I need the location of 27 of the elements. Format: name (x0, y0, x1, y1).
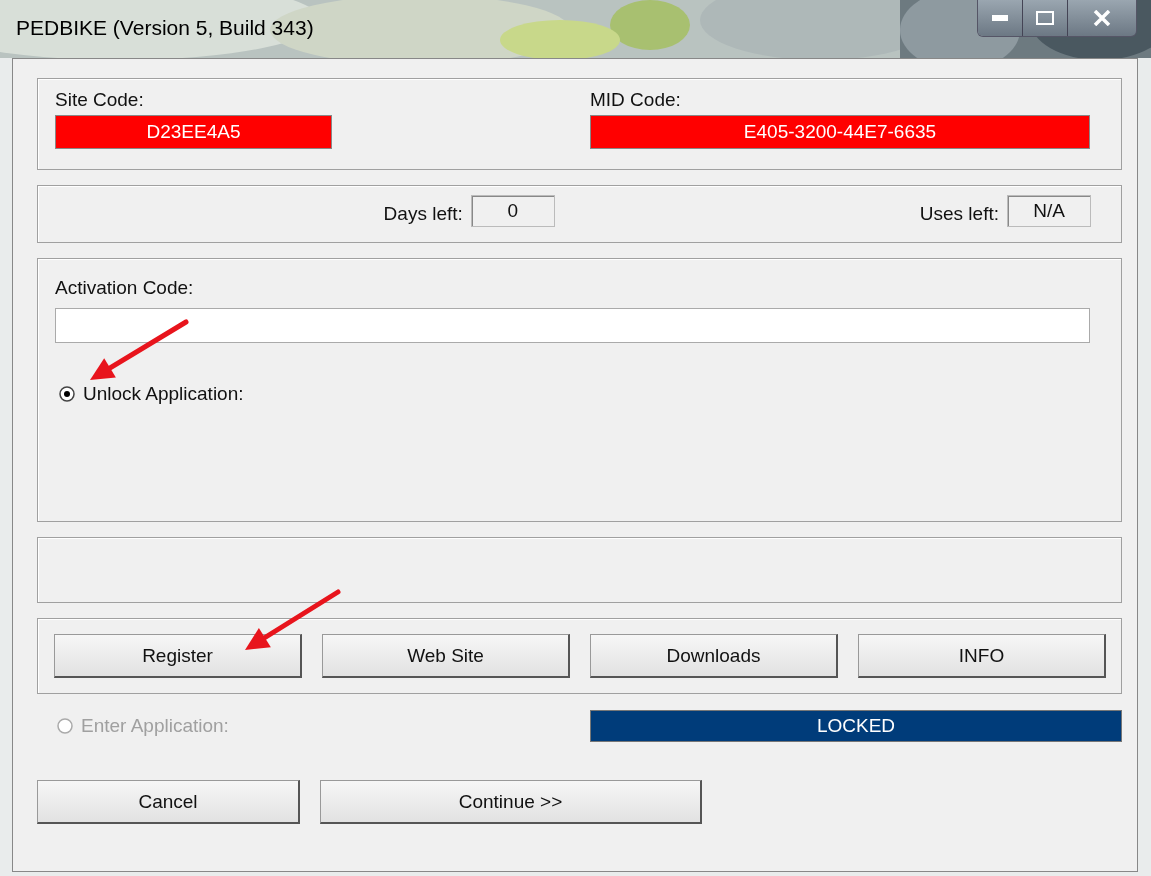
action-button[interactable]: Register (54, 634, 302, 678)
action-button[interactable]: Web Site (322, 634, 570, 678)
code-field: E405-3200-44E7-6635 (590, 115, 1090, 149)
maximize-button[interactable] (1023, 0, 1068, 36)
activation-code-field[interactable] (55, 308, 1090, 343)
field-label: MID Code: (590, 89, 681, 111)
code-field: D23EE4A5 (55, 115, 332, 149)
minimize-button[interactable] (978, 0, 1023, 36)
counter-label: Days left: (383, 203, 463, 225)
field-label: Site Code: (55, 89, 144, 111)
minimize-icon (992, 15, 1008, 21)
option-label: Unlock Application: (83, 383, 244, 405)
dialog-button[interactable]: Cancel (37, 780, 300, 824)
radio-button[interactable] (59, 386, 75, 402)
status-bar: LOCKED (590, 710, 1122, 742)
close-icon (1093, 10, 1111, 26)
counter-label: Uses left: (919, 203, 999, 225)
option-label: Enter Application: (81, 715, 229, 737)
counter-field: N/A (1007, 195, 1091, 227)
close-button[interactable] (1068, 0, 1136, 36)
action-button[interactable]: INFO (858, 634, 1106, 678)
maximize-icon (1036, 11, 1054, 25)
action-button[interactable]: Downloads (590, 634, 838, 678)
window-title: PEDBIKE (Version 5, Build 343) (16, 16, 314, 40)
field-label: Activation Code: (55, 277, 194, 298)
counter-field: 0 (470, 195, 555, 227)
dialog-button[interactable]: Continue >> (320, 780, 702, 824)
